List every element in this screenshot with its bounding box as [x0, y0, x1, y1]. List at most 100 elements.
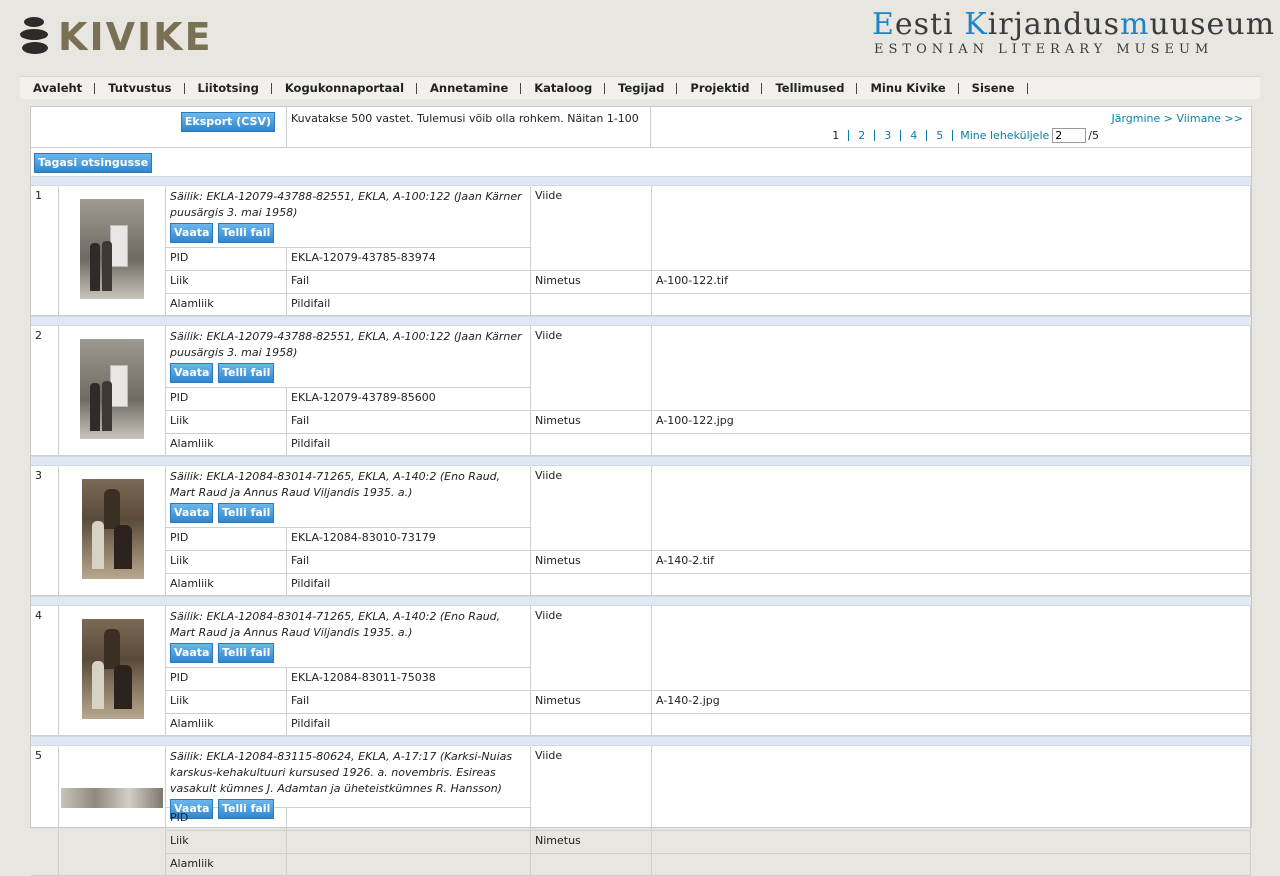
- view-button[interactable]: Vaata: [170, 223, 214, 243]
- pid-value: EKLA-12084-83010-73179: [287, 528, 531, 551]
- goto-page-label[interactable]: Mine leheküljele: [960, 129, 1049, 142]
- page-5[interactable]: 5: [927, 130, 954, 141]
- order-file-button[interactable]: Telli fail: [217, 643, 275, 663]
- pid-value: EKLA-12084-83011-75038: [287, 668, 531, 691]
- alamliik-label: Alamliik: [166, 854, 287, 876]
- pid-label: PID: [166, 388, 287, 411]
- page-1[interactable]: 1: [823, 130, 850, 141]
- page-3[interactable]: 3: [875, 130, 902, 141]
- next-last-links[interactable]: Järgmine > Viimane >>: [1111, 112, 1243, 125]
- empty-cell: [652, 434, 1251, 456]
- nav-avaleht[interactable]: Avaleht: [20, 82, 96, 94]
- record-thumbnail[interactable]: [82, 619, 144, 719]
- alamliik-value: [287, 854, 531, 876]
- record-thumbnail[interactable]: [80, 339, 144, 439]
- viide-value: [652, 186, 1251, 271]
- nav-tutvustus[interactable]: Tutvustus: [95, 82, 185, 94]
- stones-icon: [20, 17, 50, 57]
- viide-label: Viide: [531, 326, 652, 411]
- record-thumbnail[interactable]: [82, 479, 144, 579]
- order-file-button[interactable]: Telli fail: [217, 363, 275, 383]
- nav-tegijad[interactable]: Tegijad: [605, 82, 678, 94]
- record-title-cell: Säilik: EKLA-12079-43788-82551, EKLA, A-…: [166, 186, 531, 248]
- alamliik-label: Alamliik: [166, 294, 287, 316]
- liik-value: [287, 831, 531, 854]
- nav-sisene[interactable]: Sisene: [959, 82, 1028, 94]
- viide-value: [652, 746, 1251, 831]
- empty-cell: [652, 854, 1251, 876]
- record-title-cell: Säilik: EKLA-12079-43788-82551, EKLA, A-…: [166, 326, 531, 388]
- record-thumbnail[interactable]: [61, 788, 163, 808]
- nav-annetamine[interactable]: Annetamine: [417, 82, 522, 94]
- thumbnail-cell: [59, 606, 166, 736]
- record-title: Säilik: EKLA-12079-43788-82551, EKLA, A-…: [170, 330, 522, 359]
- nav-minu-kivike[interactable]: Minu Kivike: [857, 82, 959, 94]
- page-2[interactable]: 2: [849, 130, 876, 141]
- view-button[interactable]: Vaata: [170, 643, 214, 663]
- nimetus-value: A-140-2.jpg: [652, 691, 1251, 714]
- alamliik-value: Pildifail: [287, 294, 531, 316]
- nimetus-label: Nimetus: [531, 551, 652, 574]
- nimetus-value: A-140-2.tif: [652, 551, 1251, 574]
- record-thumbnail[interactable]: [80, 199, 144, 299]
- nimetus-label: Nimetus: [531, 271, 652, 294]
- viide-label: Viide: [531, 606, 652, 691]
- empty-cell: [531, 434, 652, 456]
- thumbnail-cell: [59, 186, 166, 316]
- viide-label: Viide: [531, 466, 652, 551]
- viide-label: Viide: [531, 746, 652, 831]
- nimetus-label: Nimetus: [531, 691, 652, 714]
- empty-cell: [652, 294, 1251, 316]
- record-title-cell: Säilik: EKLA-12084-83115-80624, EKLA, A-…: [166, 746, 531, 819]
- thumbnail-cell: [59, 466, 166, 596]
- goto-page-input[interactable]: [1052, 128, 1087, 143]
- results-info: Kuvatakse 500 vastet. Tulemusi võib olla…: [291, 112, 639, 125]
- nav-tellimused[interactable]: Tellimused: [762, 82, 858, 94]
- museum-logo[interactable]: Eesti Kirjandusmuuseum Estonian Literary…: [872, 8, 1274, 58]
- viide-value: [652, 466, 1251, 551]
- pid-value: [287, 808, 531, 831]
- view-button[interactable]: Vaata: [170, 503, 214, 523]
- export-csv-button[interactable]: Eksport (CSV): [180, 112, 275, 132]
- record-number: 5: [31, 746, 59, 876]
- record-number: 1: [31, 186, 59, 316]
- results-toolbar: Eksport (CSV) Kuvatakse 500 vastet. Tule…: [31, 107, 1251, 148]
- order-file-button[interactable]: Telli fail: [217, 503, 275, 523]
- record-title: Säilik: EKLA-12079-43788-82551, EKLA, A-…: [170, 190, 522, 219]
- kivike-logo[interactable]: KIVIKE: [20, 16, 213, 58]
- thumbnail-cell: [59, 746, 166, 876]
- alamliik-value: Pildifail: [287, 434, 531, 456]
- nimetus-value: [652, 831, 1251, 854]
- liik-value: Fail: [287, 271, 531, 294]
- alamliik-value: Pildifail: [287, 714, 531, 736]
- pid-value: EKLA-12079-43789-85600: [287, 388, 531, 411]
- alamliik-label: Alamliik: [166, 574, 287, 596]
- nimetus-value: A-100-122.tif: [652, 271, 1251, 294]
- view-button[interactable]: Vaata: [170, 363, 214, 383]
- nav-projektid[interactable]: Projektid: [677, 82, 763, 94]
- liik-value: Fail: [287, 411, 531, 434]
- record-row: 4 Säilik: EKLA-12084-83014-71265, EKLA, A…: [31, 606, 1251, 736]
- header: KIVIKE Eesti Kirjandusmuuseum Estonian L…: [0, 0, 1280, 74]
- pid-label: PID: [166, 668, 287, 691]
- record-title: Säilik: EKLA-12084-83014-71265, EKLA, A-…: [170, 610, 501, 639]
- viide-value: [652, 606, 1251, 691]
- record-row: 5 Säilik: EKLA-12084-83115-80624, EKLA, A…: [31, 746, 1251, 876]
- nav-liitotsing[interactable]: Liitotsing: [185, 82, 272, 94]
- record-row: 2 Säilik: EKLA-12079-43788-82551, EKLA, A…: [31, 326, 1251, 456]
- back-to-search-button[interactable]: Tagasi otsingusse: [34, 153, 153, 173]
- liik-label: Liik: [166, 271, 287, 294]
- liik-label: Liik: [166, 831, 287, 854]
- nav-kogukonnaportaal[interactable]: Kogukonnaportaal: [272, 82, 418, 94]
- pid-value: EKLA-12079-43785-83974: [287, 248, 531, 271]
- record-separator: [31, 456, 1251, 466]
- liik-value: Fail: [287, 551, 531, 574]
- record-separator: [31, 736, 1251, 746]
- alamliik-label: Alamliik: [166, 434, 287, 456]
- order-file-button[interactable]: Telli fail: [217, 223, 275, 243]
- page-4[interactable]: 4: [901, 130, 928, 141]
- liik-label: Liik: [166, 411, 287, 434]
- record-title-cell: Säilik: EKLA-12084-83014-71265, EKLA, A-…: [166, 606, 531, 668]
- nav-kataloog[interactable]: Kataloog: [521, 82, 606, 94]
- pid-label: PID: [166, 528, 287, 551]
